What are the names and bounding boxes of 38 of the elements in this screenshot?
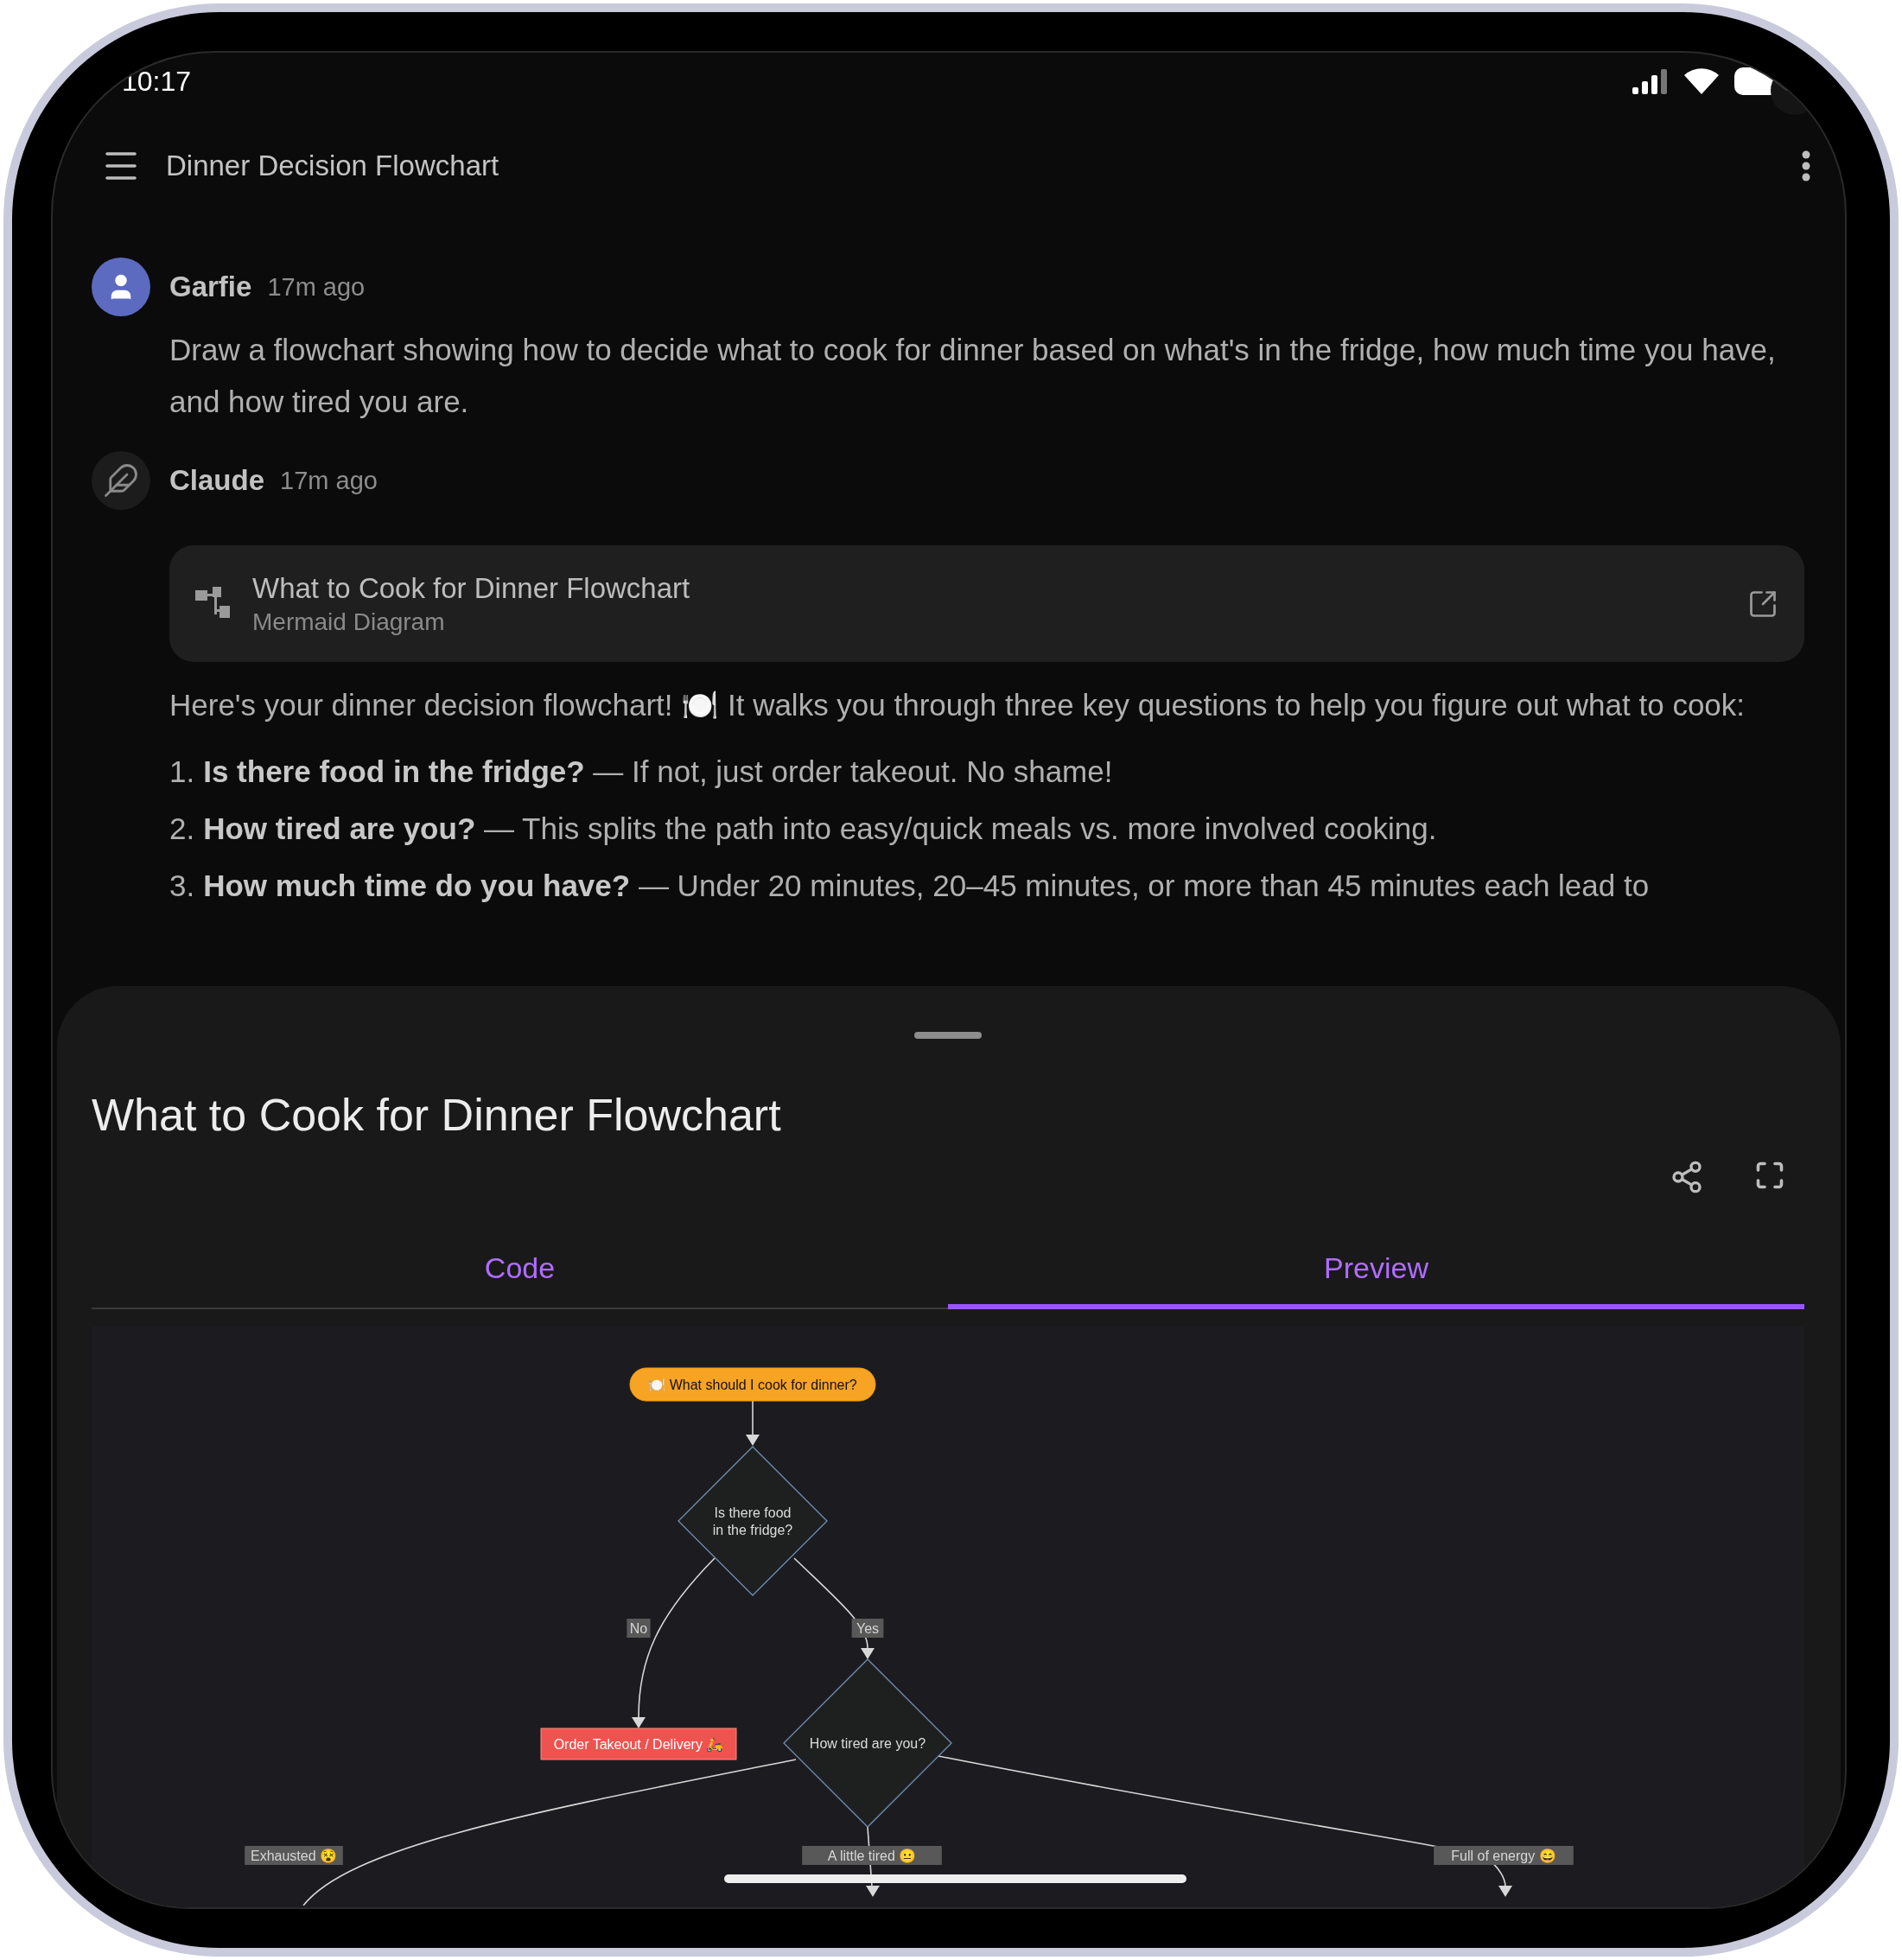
edge-label: A little tired 😐: [802, 1846, 942, 1865]
feather-icon: [103, 462, 139, 499]
tab[interactable]: Code: [92, 1229, 948, 1309]
list-number: 2.: [169, 811, 195, 847]
list-item-text: How tired are you? — This splits the path into easy/quick meals vs. more involved cooking.: [203, 811, 1437, 847]
edge-label: Full of energy 😄: [1434, 1846, 1574, 1865]
decision-node: How tired are you?: [783, 1658, 952, 1828]
start-node: 🍽 What should I cook for dinner?: [629, 1367, 876, 1402]
more-icon: [1802, 150, 1810, 181]
list-item-text: Is there food in the fridge? — If not, just order takeout. No shame!: [203, 754, 1113, 790]
author-name: Claude: [169, 464, 265, 497]
timestamp: 17m ago: [280, 466, 378, 495]
conversation-title: Dinner Decision Flowchart: [166, 150, 500, 182]
signal-icon: [1632, 68, 1669, 94]
artifact-card[interactable]: What to Cook for Dinner Flowchart Mermaid Diagram: [169, 545, 1804, 662]
message-text: Here's your dinner decision flowchart! 🍽 It walks you through three key questions to help you figure out what to cook:: [169, 687, 1746, 723]
author-name: Garfie: [169, 270, 252, 303]
decision-node: Is there food in the fridge?: [677, 1446, 828, 1596]
artifact-type: Mermaid Diagram: [252, 608, 446, 636]
tab[interactable]: Preview: [948, 1229, 1804, 1309]
edge-label: Yes: [851, 1619, 884, 1638]
connector-arrow: [746, 1400, 760, 1446]
sheet-title: What to Cook for Dinner Flowchart: [92, 1089, 782, 1141]
list-number: 1.: [169, 754, 195, 790]
edge-label: Exhausted 😵: [245, 1846, 343, 1865]
outcome-node: Order Takeout / Delivery 🛵: [540, 1728, 737, 1760]
list-number: 3.: [169, 868, 195, 904]
timestamp: 17m ago: [267, 272, 366, 302]
wifi-icon: [1684, 68, 1719, 94]
share-icon: [1670, 1160, 1704, 1194]
artifact-title: What to Cook for Dinner Flowchart: [252, 571, 691, 605]
drag-handle[interactable]: [914, 1032, 982, 1039]
more-options-button[interactable]: [1802, 150, 1810, 181]
share-button[interactable]: [1670, 1160, 1704, 1194]
edge-label: No: [627, 1619, 651, 1638]
message-text: Draw a flowchart showing how to decide what to cook for dinner based on what's in the fridge, how much time you have, and how tired you are.: [169, 332, 1777, 420]
list-item-text: How much time do you have? — Under 20 minutes, 20–45 minutes, or more than 45 minutes each lead to: [203, 868, 1650, 904]
fullscreen-icon: [1754, 1160, 1785, 1191]
